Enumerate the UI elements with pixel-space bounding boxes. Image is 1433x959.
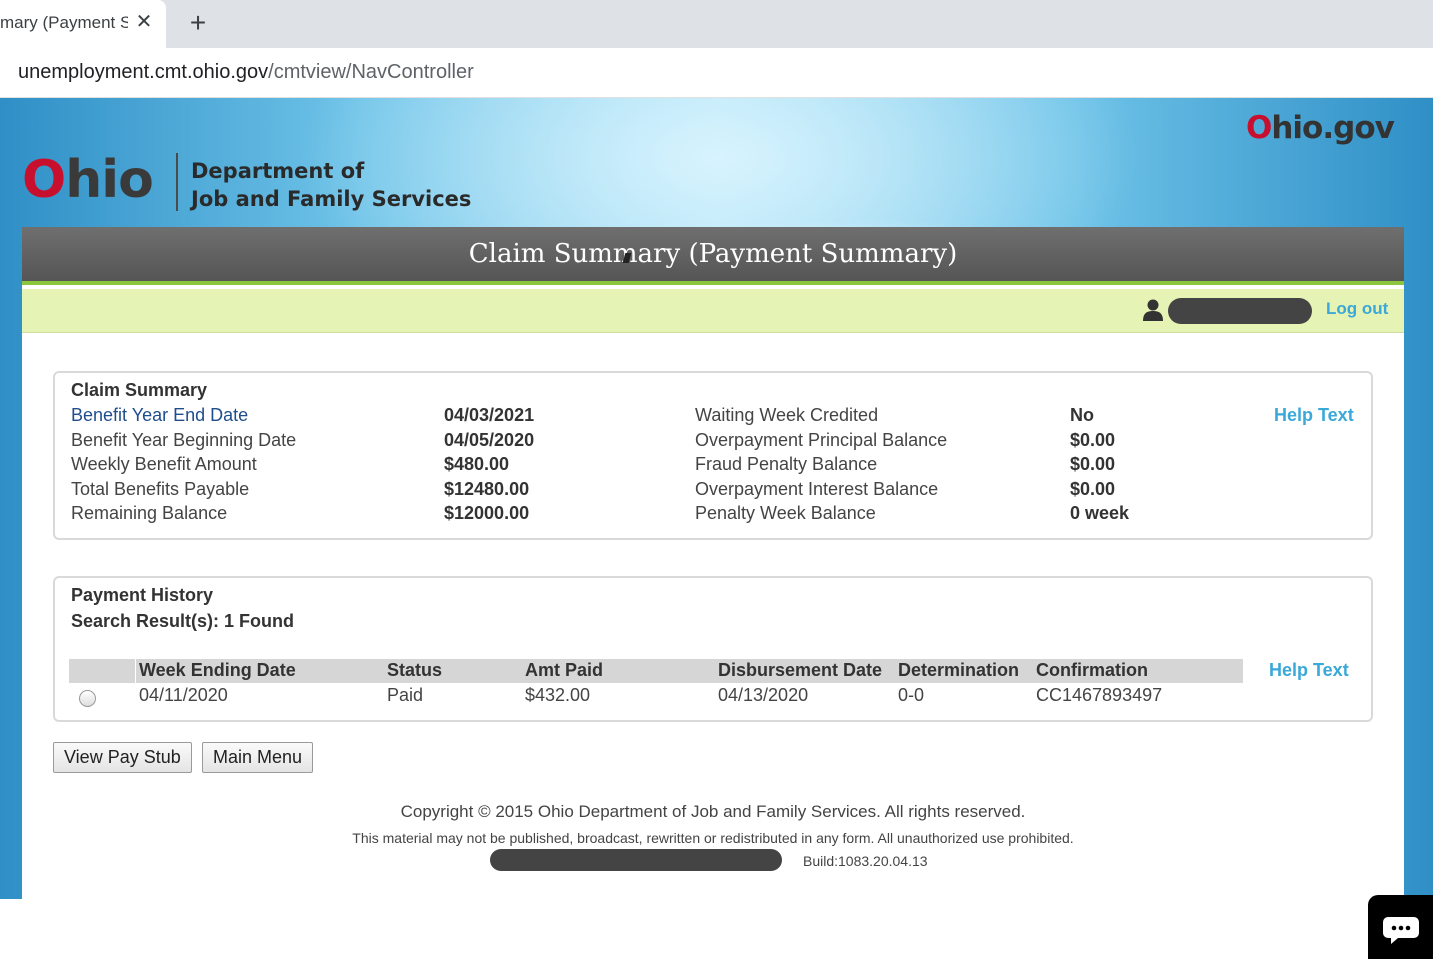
chat-icon xyxy=(1383,917,1419,944)
logo-divider xyxy=(176,153,178,211)
view-pay-stub-button[interactable]: View Pay Stub xyxy=(53,742,192,773)
copyright-text: Copyright © 2015 Ohio Department of Job … xyxy=(400,802,1026,821)
browser-tab-bar: mary (Payment S ✕ + xyxy=(0,0,1433,48)
build-number: Build:1083.20.04.13 xyxy=(803,853,928,869)
benefit-year-begin-value: 04/05/2020 xyxy=(444,430,535,450)
title-bar: Claim Summary (Payment Summary) xyxy=(22,227,1404,285)
cell-disbursement-date: 04/13/2020 xyxy=(718,685,809,705)
cell-amt-paid: $432.00 xyxy=(525,685,591,705)
overpayment-interest-label: Overpayment Interest Balance xyxy=(695,479,939,499)
col-disbursement-date: Disbursement Date xyxy=(718,660,883,680)
overpayment-principal-label: Overpayment Principal Balance xyxy=(695,430,948,450)
chat-button[interactable] xyxy=(1368,895,1433,959)
tab-title: mary (Payment S xyxy=(0,13,128,32)
user-icon xyxy=(1143,299,1163,321)
cell-determination: 0-0 xyxy=(898,685,925,705)
main-menu-button[interactable]: Main Menu xyxy=(202,742,314,773)
close-icon[interactable]: ✕ xyxy=(134,8,154,36)
weekly-benefit-label: Weekly Benefit Amount xyxy=(71,454,257,474)
overpayment-interest-value: $0.00 xyxy=(1070,479,1116,499)
url-text[interactable]: unemployment.cmt.ohio.gov/cmtview/NavCon… xyxy=(18,61,474,84)
penalty-week-label: Penalty Week Balance xyxy=(695,503,876,523)
cell-confirmation: CC1467893497 xyxy=(1036,685,1163,705)
url-host: unemployment.cmt.ohio.gov xyxy=(18,61,269,83)
overpayment-principal-value: $0.00 xyxy=(1070,430,1116,450)
logout-link[interactable]: Log out xyxy=(1326,299,1388,319)
agency-line-1: Department of xyxy=(191,159,365,183)
total-benefits-label: Total Benefits Payable xyxy=(71,479,250,499)
row-select-radio[interactable] xyxy=(79,690,96,707)
fraud-penalty-value: $0.00 xyxy=(1070,454,1116,474)
cell-week-ending: 04/11/2020 xyxy=(139,685,228,705)
col-determination: Determination xyxy=(898,660,1020,680)
payment-table-header: Week Ending Date Status Amt Paid Disburs… xyxy=(69,659,1243,683)
main-content: Claim Summary (Payment Summary) Log out … xyxy=(22,227,1404,899)
benefit-year-end-value: 04/03/2021 xyxy=(444,405,535,425)
disclaimer-text: This material may not be published, broa… xyxy=(352,830,1074,846)
ohiogov-logo[interactable]: Ohio.gov xyxy=(1246,110,1395,146)
waiting-week-label: Waiting Week Credited xyxy=(695,405,879,425)
new-tab-button[interactable]: + xyxy=(184,6,212,40)
col-status: Status xyxy=(387,660,443,680)
payment-history-help-link[interactable]: Help Text xyxy=(1269,660,1349,681)
user-name-redacted xyxy=(1168,298,1312,324)
agency-line-2: Job and Family Services xyxy=(191,187,472,211)
url-path: /cmtview/NavController xyxy=(268,61,474,83)
cell-status: Paid xyxy=(387,685,424,705)
benefit-year-end-label[interactable]: Benefit Year End Date xyxy=(71,405,248,426)
agency-name: Department of Job and Family Services xyxy=(191,157,471,213)
search-results-count: Search Result(s): 1 Found xyxy=(71,611,295,631)
total-benefits-value: $12480.00 xyxy=(444,479,530,499)
weekly-benefit-value: $480.00 xyxy=(444,454,510,474)
col-week-ending: Week Ending Date xyxy=(139,660,296,680)
col-amt-paid: Amt Paid xyxy=(525,660,604,680)
waiting-week-value: No xyxy=(1070,405,1094,425)
claim-summary-help-link[interactable]: Help Text xyxy=(1274,405,1354,426)
payment-history-heading: Payment History xyxy=(71,585,214,605)
claim-summary-heading: Claim Summary xyxy=(71,380,208,400)
page-title: Claim Summary (Payment Summary) xyxy=(468,239,958,269)
fraud-penalty-label: Fraud Penalty Balance xyxy=(695,454,878,474)
browser-tab[interactable]: mary (Payment S ✕ xyxy=(0,0,166,48)
ohio-logo[interactable]: Ohio xyxy=(22,150,154,210)
benefit-year-begin-label: Benefit Year Beginning Date xyxy=(71,430,297,450)
col-confirmation: Confirmation xyxy=(1036,660,1148,680)
penalty-week-value: 0 week xyxy=(1070,503,1130,523)
claim-summary-panel: Claim Summary Benefit Year End Date 04/0… xyxy=(53,371,1373,540)
remaining-balance-label: Remaining Balance xyxy=(71,503,228,523)
remaining-balance-value: $12000.00 xyxy=(444,503,530,523)
user-bar: Log out xyxy=(22,289,1404,333)
address-bar[interactable]: unemployment.cmt.ohio.gov/cmtview/NavCon… xyxy=(0,48,1433,98)
redacted-scribble xyxy=(490,849,782,871)
payment-history-panel: Payment History Search Result(s): 1 Foun… xyxy=(53,576,1373,722)
